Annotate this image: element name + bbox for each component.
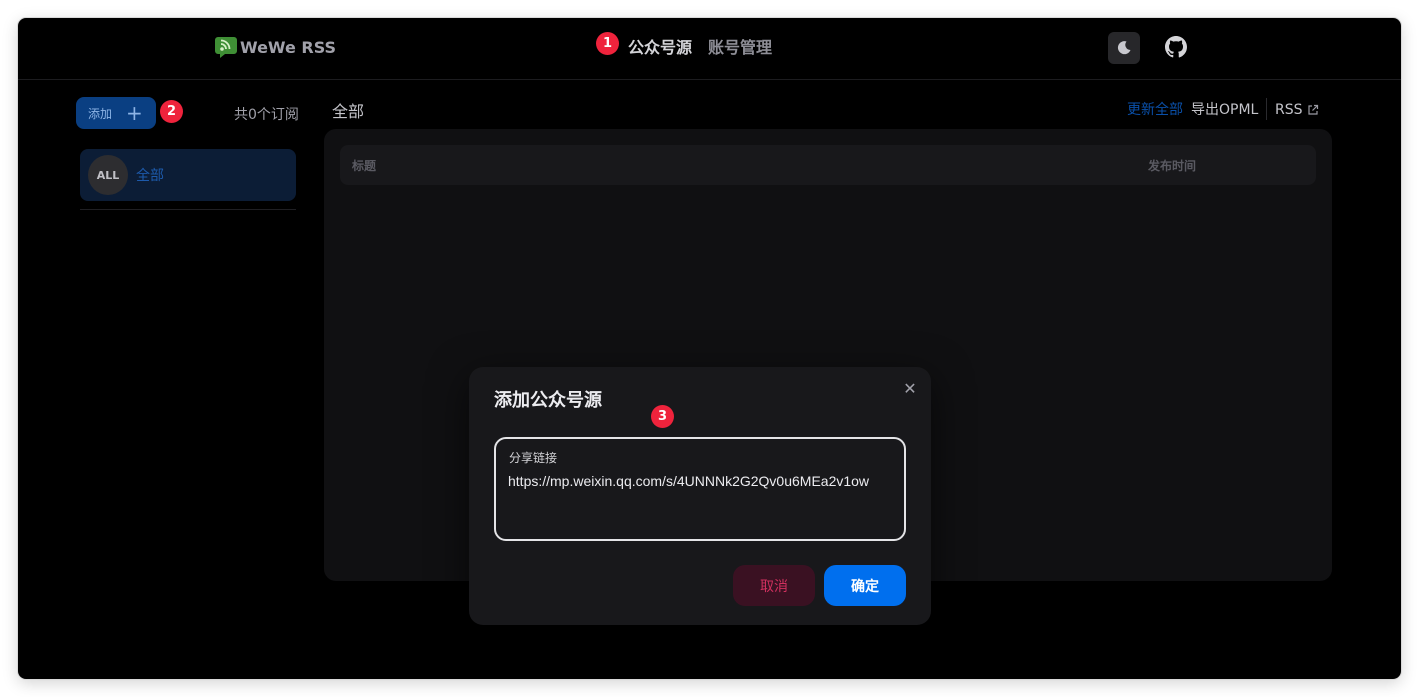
- subscription-count: 共0个订阅: [234, 107, 299, 123]
- column-header-title[interactable]: 标题: [352, 157, 376, 174]
- field-label: 分享链接: [509, 451, 558, 465]
- add-button-label: 添加: [88, 106, 113, 121]
- confirm-button[interactable]: 确定: [824, 565, 906, 606]
- column-header-publish-time[interactable]: 发布时间: [1148, 157, 1196, 174]
- share-link-input[interactable]: https://mp.weixin.qq.com/s/4UNNNk2G2Qv0u…: [508, 471, 892, 535]
- update-all-link[interactable]: 更新全部: [1127, 101, 1183, 119]
- close-icon[interactable]: ✕: [901, 379, 919, 398]
- nav-accounts[interactable]: 账号管理: [708, 37, 772, 59]
- theme-toggle-button[interactable]: [1108, 32, 1140, 64]
- app-window: WeWe RSS 1 公众号源 账号管理 添加 + 2 共0个订阅 ALL 全部…: [18, 18, 1401, 679]
- add-feed-button[interactable]: 添加 +: [76, 97, 156, 129]
- cancel-button[interactable]: 取消: [733, 565, 815, 606]
- export-opml-link[interactable]: 导出OPML: [1191, 101, 1258, 119]
- page-title: 全部: [332, 102, 365, 121]
- nav-feeds[interactable]: 公众号源: [628, 37, 692, 59]
- rss-link[interactable]: RSS: [1275, 101, 1319, 119]
- step-marker-1: 1: [596, 32, 619, 55]
- sidebar-item-label: 全部: [136, 168, 164, 184]
- plus-icon: +: [126, 101, 143, 125]
- github-icon[interactable]: [1165, 36, 1187, 58]
- divider: [1266, 98, 1267, 120]
- top-header: WeWe RSS 1 公众号源 账号管理: [18, 18, 1401, 80]
- brand-name[interactable]: WeWe RSS: [240, 38, 336, 58]
- divider: [80, 209, 296, 210]
- moon-icon: [1117, 41, 1131, 55]
- share-link-field[interactable]: 分享链接 https://mp.weixin.qq.com/s/4UNNNk2G…: [494, 437, 906, 541]
- step-marker-3: 3: [651, 405, 674, 428]
- step-marker-2: 2: [160, 100, 183, 123]
- modal-title: 添加公众号源: [494, 390, 602, 411]
- external-link-icon: [1307, 104, 1318, 115]
- table-header: 标题 发布时间: [340, 145, 1316, 185]
- avatar: ALL: [88, 155, 128, 195]
- add-feed-modal: 添加公众号源 ✕ 分享链接 https://mp.weixin.qq.com/s…: [469, 367, 931, 625]
- rss-label: RSS: [1275, 102, 1303, 118]
- sidebar-item-all[interactable]: ALL 全部: [80, 149, 296, 201]
- logo-icon: [215, 37, 237, 58]
